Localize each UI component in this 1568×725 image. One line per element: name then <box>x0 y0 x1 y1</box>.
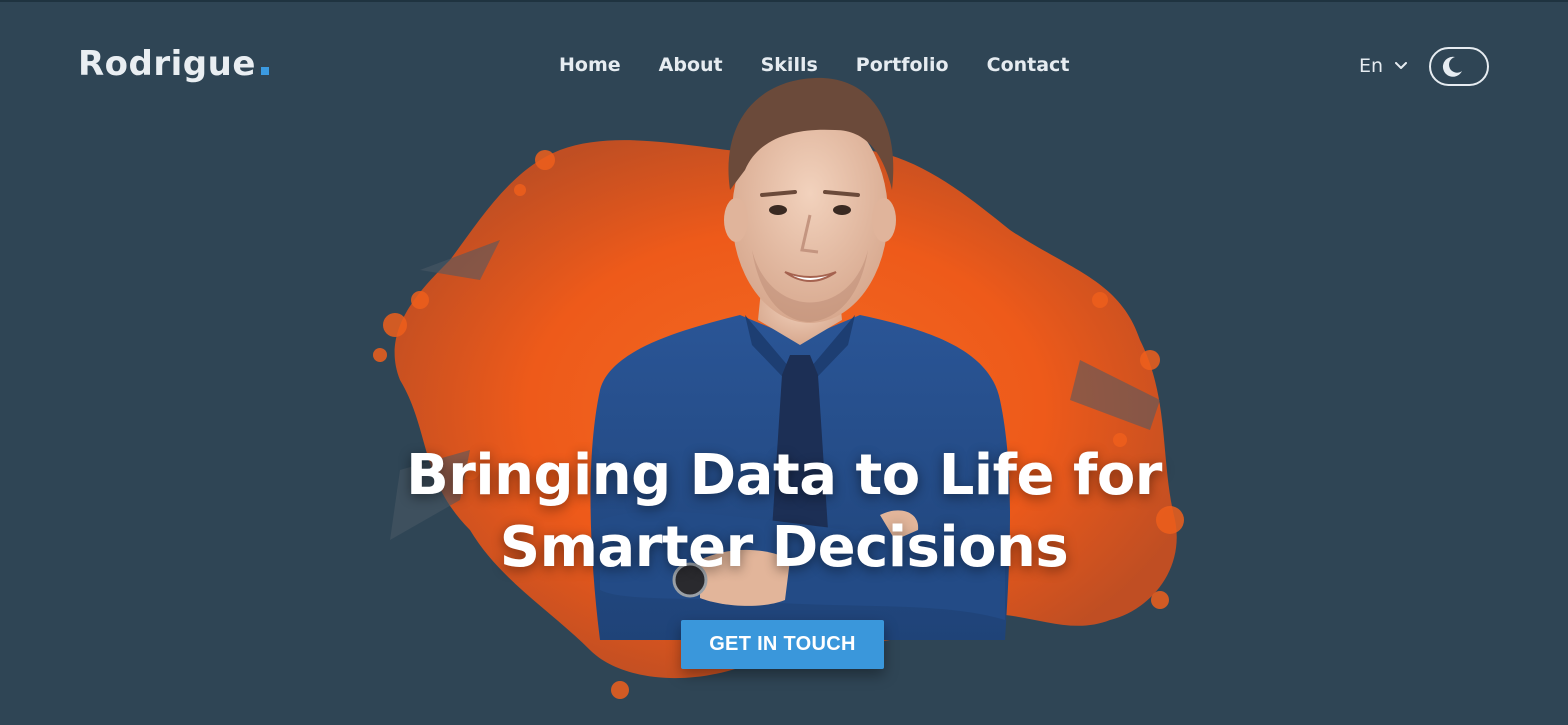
theme-toggle[interactable] <box>1429 47 1489 86</box>
language-select[interactable]: En <box>1359 55 1408 77</box>
chevron-down-icon <box>1395 62 1408 69</box>
main-nav: Home About Skills Portfolio Contact <box>559 54 1069 76</box>
get-in-touch-button[interactable]: GET IN TOUCH <box>681 620 884 669</box>
brand-dot <box>260 67 269 75</box>
nav-link-about[interactable]: About <box>659 54 723 76</box>
hero-image <box>373 77 1184 699</box>
nav-link-contact[interactable]: Contact <box>987 54 1070 76</box>
headline-line-2: Smarter Decisions <box>499 515 1069 580</box>
headline-line-1: Bringing Data to Life for <box>406 443 1162 508</box>
nav-link-skills[interactable]: Skills <box>761 54 818 76</box>
nav-link-portfolio[interactable]: Portfolio <box>856 54 949 76</box>
hero-headline: Bringing Data to Life for Smarter Decisi… <box>384 440 1184 584</box>
brand-name: Rodrigue <box>78 44 256 84</box>
moon-icon <box>1442 56 1462 77</box>
brand-logo[interactable]: Rodrigue <box>78 44 269 84</box>
language-value: En <box>1359 55 1384 77</box>
nav-link-home[interactable]: Home <box>559 54 621 76</box>
